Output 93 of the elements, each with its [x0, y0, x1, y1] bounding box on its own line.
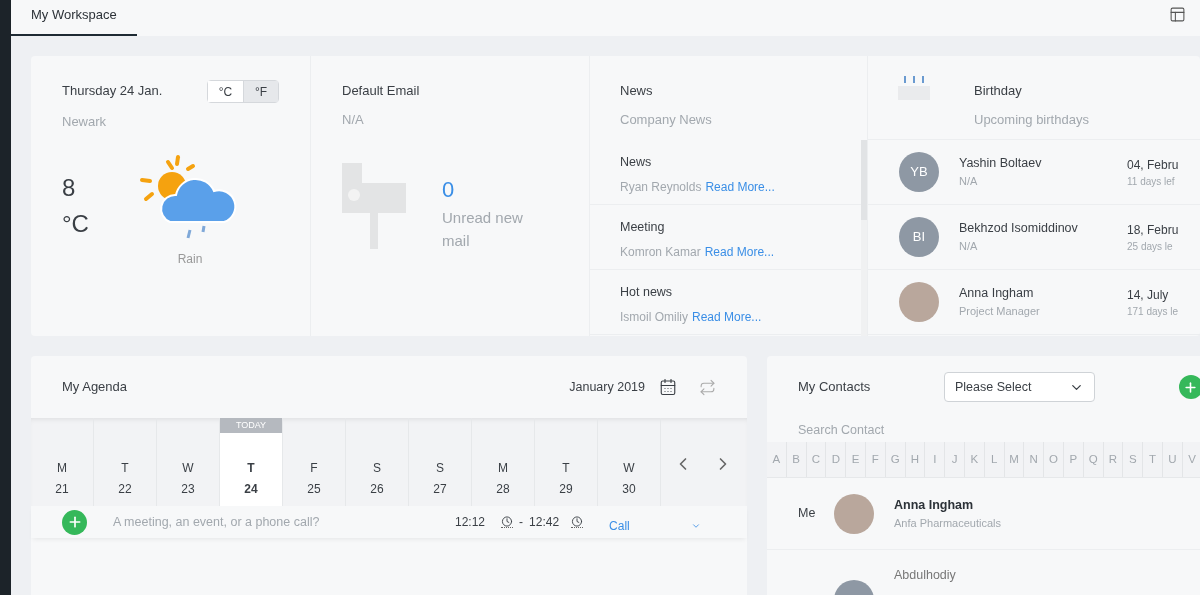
plus-icon: [1183, 379, 1199, 395]
day-cell[interactable]: TODAY T 24: [220, 418, 283, 506]
agenda-title: My Agenda: [62, 378, 129, 397]
birthday-row[interactable]: YB Yashin Boltaev N/A 04, Febru 11 days lef: [868, 140, 1200, 205]
email-account: N/A: [342, 110, 365, 129]
letter-filter[interactable]: I: [925, 442, 946, 477]
birthday-subtitle: Upcoming birthdays: [974, 110, 1089, 129]
news-author: Ryan Reynolds: [620, 178, 702, 196]
birthday-row[interactable]: Anna Ingham Project Manager 14, July 171 days le: [868, 270, 1200, 335]
cake-icon: [898, 74, 930, 100]
weather-date: Thursday 24 Jan.: [62, 82, 163, 100]
letter-filter[interactable]: P: [1063, 442, 1084, 477]
unread-label: Unread new mail: [442, 208, 524, 251]
letter-filter[interactable]: D: [826, 442, 847, 477]
letter-filter[interactable]: B: [786, 442, 807, 477]
letter-filter[interactable]: L: [984, 442, 1005, 477]
me-label: Me: [798, 506, 816, 521]
letter-filter[interactable]: A: [767, 442, 787, 477]
letter-filter[interactable]: G: [885, 442, 906, 477]
letter-filter[interactable]: R: [1103, 442, 1124, 477]
unit-button[interactable]: °C: [208, 81, 243, 102]
birthday-date: 04, Febru: [1127, 156, 1179, 174]
birthday-date: 14, July: [1127, 286, 1170, 304]
temperature: 8: [62, 172, 77, 203]
news-item-title: News: [620, 154, 653, 171]
letter-filter[interactable]: V: [1182, 442, 1200, 477]
avatar: YB: [899, 152, 939, 192]
contact-name: Abdulhodiy: [894, 567, 956, 584]
layout-icon[interactable]: [1169, 6, 1186, 23]
search-contact-field[interactable]: Search Contact: [798, 418, 1098, 442]
news-item-title: Hot news: [620, 284, 674, 301]
person-name: Yashin Boltaev: [959, 155, 1043, 173]
start-time[interactable]: 12:12: [455, 513, 486, 531]
birthday-date: 18, Febru: [1127, 221, 1179, 239]
person-name: Anna Ingham: [959, 285, 1035, 303]
days-left: 11 days lef: [1127, 174, 1176, 189]
read-more-link[interactable]: Read More...: [705, 177, 775, 196]
read-more-link[interactable]: Read More...: [704, 242, 775, 261]
news-author: Ismoil Omiliy: [620, 308, 688, 326]
end-time[interactable]: 12:42: [529, 513, 560, 531]
letter-filter[interactable]: J: [945, 442, 965, 477]
person-role: N/A: [959, 174, 979, 190]
news-title: News: [620, 82, 654, 100]
add-event-button[interactable]: [62, 509, 87, 535]
letter-filter[interactable]: S: [1123, 442, 1144, 477]
letter-filter[interactable]: U: [1162, 442, 1183, 477]
letter-filter[interactable]: C: [806, 442, 827, 477]
days-left: 25 days le: [1127, 239, 1174, 254]
agenda-month: January 2019: [569, 378, 645, 396]
today-badge: TODAY: [220, 418, 282, 433]
news-item-title: Meeting: [620, 219, 666, 236]
letter-filter[interactable]: Q: [1083, 442, 1104, 477]
letter-filter[interactable]: F: [866, 442, 886, 477]
contact-company: Anfa Pharmaceuticals: [894, 515, 1001, 531]
letter-filter[interactable]: M: [1004, 442, 1025, 477]
add-contact-button[interactable]: [1178, 375, 1200, 399]
email-title: Default Email: [342, 82, 421, 100]
news-author: Komron Kamar: [620, 243, 701, 261]
clock-icon[interactable]: [571, 516, 584, 528]
news-subtitle: Company News: [620, 110, 713, 129]
chevron-down-icon: [691, 521, 702, 531]
letter-filter[interactable]: N: [1024, 442, 1045, 477]
contact-row[interactable]: Me Anna Ingham Anfa Pharmaceuticals: [767, 478, 1200, 550]
days-left: 171 days le: [1127, 304, 1179, 319]
unread-count: 0: [442, 176, 456, 204]
letter-filter[interactable]: E: [846, 442, 866, 477]
calendar-icon[interactable]: [659, 378, 677, 396]
letter-filter[interactable]: H: [905, 442, 926, 477]
person-role: N/A: [959, 239, 979, 255]
person-role: Project Manager: [959, 304, 1041, 320]
avatar-photo-placeholder: [899, 282, 939, 322]
unit-button[interactable]: °F: [243, 81, 278, 102]
person-name: Bekhzod Isomiddinov: [959, 220, 1079, 238]
letter-filter[interactable]: K: [964, 442, 985, 477]
birthday-title: Birthday: [974, 82, 1023, 100]
event-type-select[interactable]: Call: [609, 517, 702, 535]
time-separator: -: [519, 514, 524, 531]
avatar-photo-placeholder: [834, 493, 874, 534]
contacts-title: My Contacts: [798, 378, 872, 397]
clock-icon[interactable]: [501, 516, 514, 528]
event-input[interactable]: A meeting, an event, or a phone call?: [113, 512, 443, 532]
avatar: BI: [899, 217, 939, 257]
weather-location: Newark: [62, 113, 108, 131]
birthday-row[interactable]: BI Bekhzod Isomiddinov N/A 18, Febru 25 days le: [868, 205, 1200, 270]
temperature-unit: °C: [62, 208, 90, 239]
contact-filter-select[interactable]: Please Select: [944, 372, 1095, 402]
letter-filter[interactable]: T: [1143, 442, 1163, 477]
contact-name: Anna Ingham: [894, 496, 975, 514]
tab[interactable]: My Workspace: [11, 4, 137, 36]
letter-filter[interactable]: O: [1044, 442, 1064, 477]
contact-row[interactable]: Abdulhodiy: [767, 550, 1200, 595]
read-more-link[interactable]: Read More...: [692, 307, 762, 326]
weather-condition: Rain: [177, 250, 203, 268]
